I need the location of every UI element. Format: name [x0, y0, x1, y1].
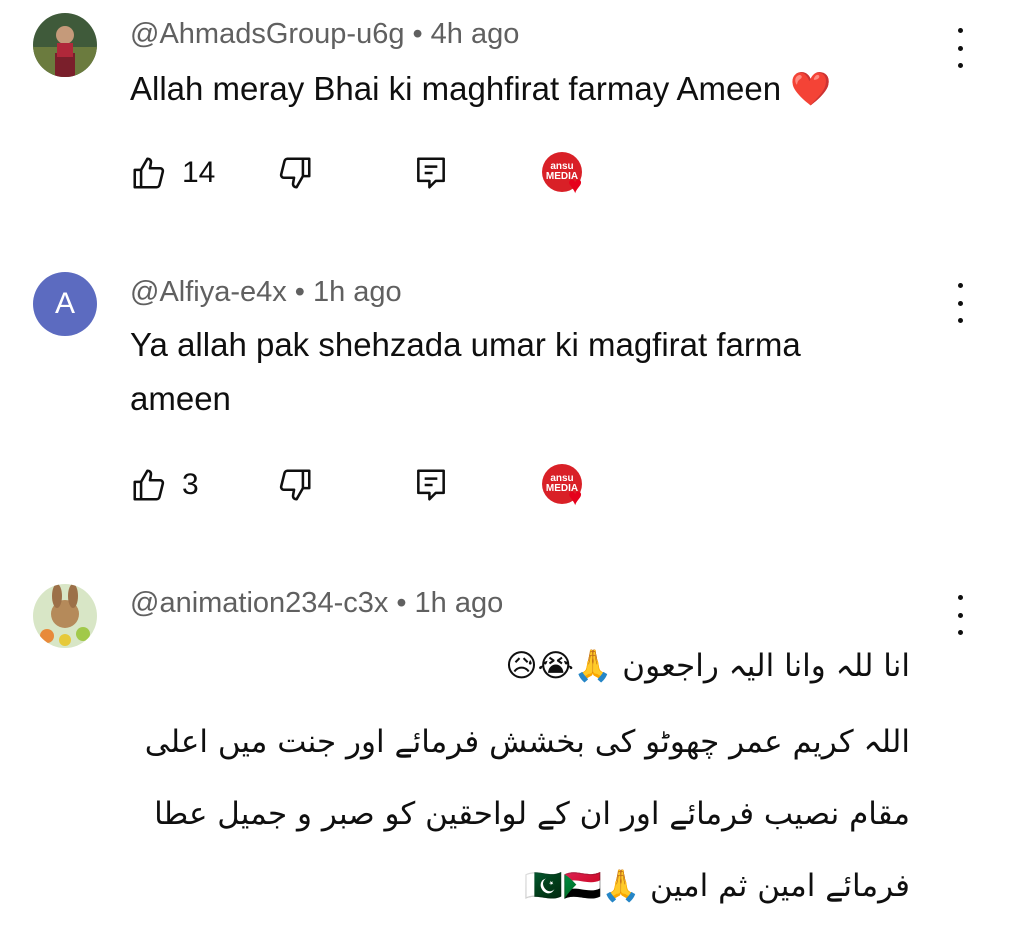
avatar[interactable]: A [33, 272, 97, 336]
creator-heart-badge: ansu MEDIA ♥ [542, 464, 590, 512]
reply-button[interactable] [412, 466, 450, 504]
separator-dot: • [294, 276, 305, 308]
avatar[interactable] [33, 584, 97, 648]
separator-dot: • [396, 587, 407, 619]
comment-line: مقام نصیب فرمائے اور ان کے لواحقین کو صب… [154, 796, 910, 832]
thumb-up-icon [133, 157, 165, 189]
comment-actions: 3 ansu MEDIA ♥ [130, 464, 650, 512]
comment-time: 4h ago [430, 18, 520, 50]
comment-actions: 14 ansu MEDIA ♥ [130, 152, 650, 200]
thumb-up-icon [133, 469, 165, 501]
comment-meta: @Alfiya-e4x • 1h ago [130, 276, 402, 309]
comment-author[interactable]: @Alfiya-e4x [130, 276, 287, 308]
heart-icon: ♥ [568, 484, 583, 511]
comment-text: انا للہ وانا الیہ راجعون 🙏😭😥 اللہ کریم ع… [120, 634, 910, 918]
more-vert-icon[interactable] [950, 28, 970, 68]
comment-meta: @AhmadsGroup-u6g • 4h ago [130, 18, 519, 51]
avatar[interactable] [33, 13, 97, 77]
comment-line: انا للہ وانا الیہ راجعون 🙏😭😥 [505, 648, 910, 684]
like-button[interactable]: 3 [130, 466, 199, 504]
reply-icon [417, 469, 445, 501]
like-button[interactable]: 14 [130, 154, 215, 192]
reply-button[interactable] [412, 154, 450, 192]
comment-text: Allah meray Bhai ki maghfirat farmay Ame… [130, 69, 832, 108]
heart-emoji: ❤️ [790, 69, 832, 108]
heart-icon: ♥ [568, 172, 583, 199]
comment-meta: @animation234-c3x • 1h ago [130, 587, 503, 620]
more-vert-icon[interactable] [950, 595, 970, 635]
comment-text: Ya allah pak shehzada umar ki magfirat f… [130, 326, 801, 417]
dislike-button[interactable] [276, 466, 314, 504]
comment-time: 1h ago [312, 276, 402, 308]
like-count: 14 [182, 156, 216, 189]
reply-icon [417, 157, 445, 189]
comment-author[interactable]: @AhmadsGroup-u6g [130, 18, 404, 50]
comment-author[interactable]: @animation234-c3x [130, 587, 388, 619]
more-vert-icon[interactable] [950, 283, 970, 323]
like-count: 3 [182, 468, 199, 501]
comment-line: فرمائے امین ثم امین 🙏🇵🇰🇸🇩 [524, 868, 910, 904]
thumb-down-icon [279, 469, 311, 501]
comment-time: 1h ago [414, 587, 504, 619]
thumb-down-icon [279, 157, 311, 189]
comment-line: اللہ کریم عمر چھوٹو کی بخشش فرمائے اور ج… [144, 724, 910, 760]
creator-heart-badge: ansu MEDIA ♥ [542, 152, 590, 200]
separator-dot: • [412, 18, 423, 50]
dislike-button[interactable] [276, 154, 314, 192]
